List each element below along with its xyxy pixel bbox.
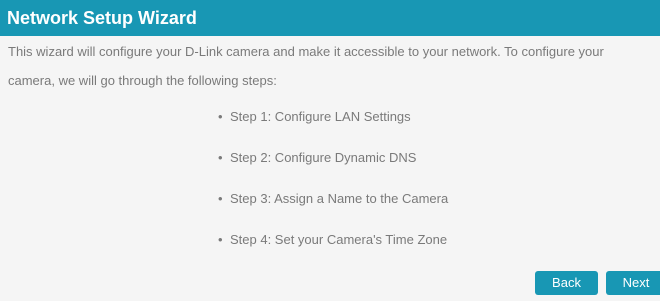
step-item: • Step 1: Configure LAN Settings [218, 102, 448, 143]
bullet-icon: • [218, 232, 223, 247]
wizard-title: Network Setup Wizard [0, 0, 660, 36]
bullet-icon: • [218, 191, 223, 206]
bullet-icon: • [218, 150, 223, 165]
step-label: Step 2: Configure Dynamic DNS [230, 150, 417, 165]
wizard-steps-list: • Step 1: Configure LAN Settings • Step 2:… [218, 102, 448, 266]
wizard-intro: This wizard will configure your D-Link c… [8, 37, 660, 95]
intro-line-1: This wizard will configure your D-Link c… [8, 44, 604, 59]
step-label: Step 4: Set your Camera's Time Zone [230, 232, 448, 247]
step-item: • Step 3: Assign a Name to the Camera [218, 184, 448, 225]
bullet-icon: • [218, 109, 223, 124]
back-button[interactable]: Back [535, 271, 598, 295]
step-label: Step 1: Configure LAN Settings [230, 109, 411, 124]
step-label: Step 3: Assign a Name to the Camera [230, 191, 449, 206]
network-setup-wizard: Network Setup Wizard This wizard will co… [0, 0, 660, 301]
step-item: • Step 2: Configure Dynamic DNS [218, 143, 448, 184]
step-item: • Step 4: Set your Camera's Time Zone [218, 225, 448, 266]
intro-line-2: camera, we will go through the following… [8, 73, 277, 88]
next-button[interactable]: Next [606, 271, 660, 295]
